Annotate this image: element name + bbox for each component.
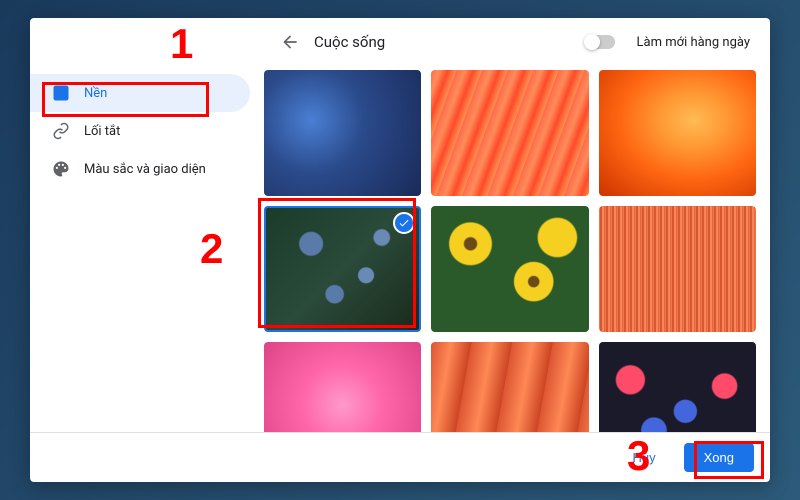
- background-icon: [52, 84, 70, 102]
- daily-refresh-label: Làm mới hàng ngày: [637, 35, 750, 50]
- wallpaper-thumb[interactable]: [264, 342, 421, 432]
- wallpaper-thumb[interactable]: [599, 206, 756, 332]
- back-button[interactable]: [280, 32, 300, 52]
- arrow-left-icon: [280, 32, 300, 52]
- cancel-button[interactable]: Hủy: [613, 443, 676, 472]
- customize-dialog: Cuộc sống Làm mới hàng ngày Nền Lối tắt: [30, 18, 770, 482]
- dialog-footer: Hủy Xong: [30, 432, 770, 482]
- thumbnail-grid: [260, 66, 760, 432]
- wallpaper-thumb[interactable]: [431, 342, 588, 432]
- check-icon: [393, 212, 415, 234]
- wallpaper-thumb[interactable]: [599, 70, 756, 196]
- sidebar-item-theme[interactable]: Màu sắc và giao diện: [30, 150, 250, 188]
- dialog-body: Nền Lối tắt Màu sắc và giao diện: [30, 66, 770, 432]
- wallpaper-thumb[interactable]: [264, 70, 421, 196]
- wallpaper-thumb-selected[interactable]: [264, 206, 421, 332]
- link-icon: [52, 122, 70, 140]
- palette-icon: [52, 160, 70, 178]
- wallpaper-thumb[interactable]: [599, 342, 756, 432]
- daily-refresh-toggle[interactable]: [585, 35, 615, 49]
- wallpaper-thumb[interactable]: [431, 206, 588, 332]
- sidebar-item-background[interactable]: Nền: [30, 74, 250, 112]
- content-area: [260, 66, 770, 432]
- done-button[interactable]: Xong: [684, 443, 754, 472]
- category-title: Cuộc sống: [314, 33, 571, 51]
- thumbnail-scroll[interactable]: [260, 66, 770, 432]
- sidebar-item-label: Màu sắc và giao diện: [84, 162, 206, 177]
- sidebar-item-label: Nền: [84, 86, 107, 101]
- wallpaper-thumb[interactable]: [431, 70, 588, 196]
- sidebar: Nền Lối tắt Màu sắc và giao diện: [30, 66, 260, 432]
- sidebar-item-label: Lối tắt: [84, 124, 120, 139]
- dialog-header: Cuộc sống Làm mới hàng ngày: [30, 18, 770, 66]
- sidebar-item-shortcuts[interactable]: Lối tắt: [30, 112, 250, 150]
